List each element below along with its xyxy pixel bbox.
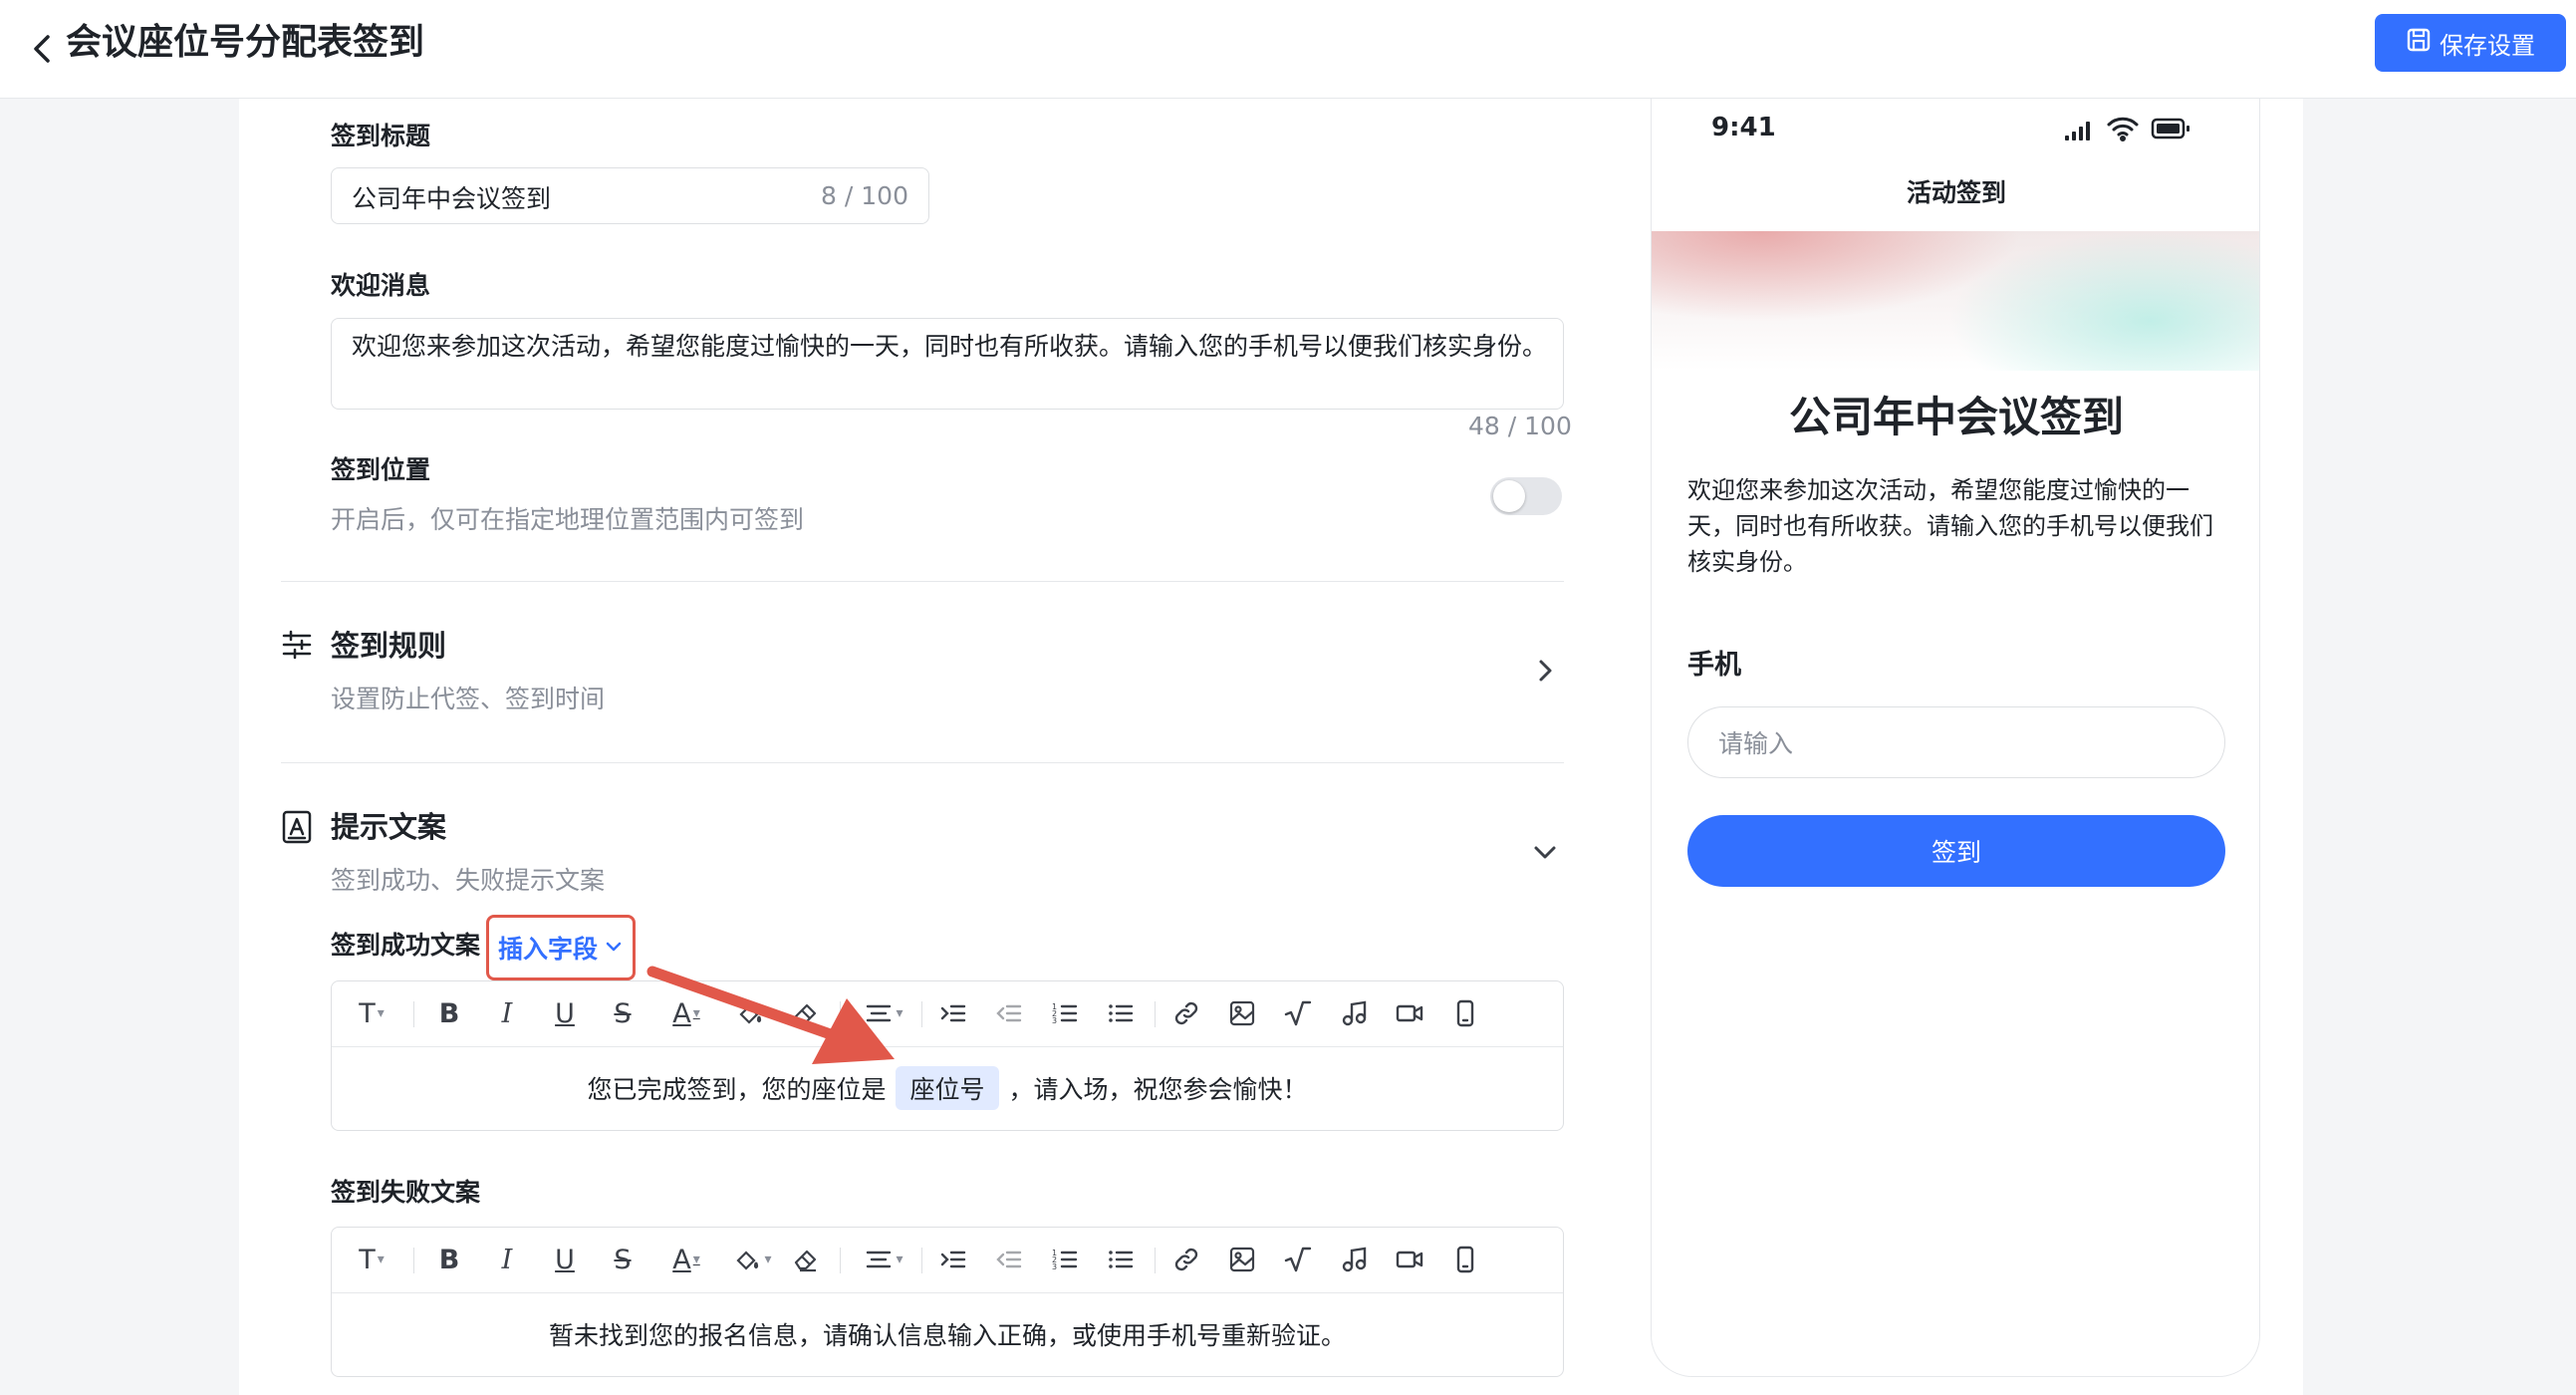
formula-icon[interactable] <box>1280 1242 1316 1277</box>
insert-field-label: 插入字段 <box>497 935 598 964</box>
success-text-after: ，请入场，祝您参会愉快！ <box>1008 1075 1308 1104</box>
underline-icon[interactable]: U <box>547 995 583 1031</box>
mobile-icon[interactable] <box>1447 1242 1483 1277</box>
divider <box>281 581 1564 582</box>
signin-title-label: 签到标题 <box>331 122 431 150</box>
clear-format-icon[interactable] <box>786 1242 826 1277</box>
link-icon[interactable] <box>1168 1242 1204 1277</box>
bold-icon[interactable]: B <box>431 1242 467 1277</box>
fail-text-label: 签到失败文案 <box>331 1178 481 1207</box>
chevron-down-icon[interactable] <box>1530 837 1560 867</box>
ordered-list-icon[interactable]: 123 <box>1047 995 1083 1031</box>
page-title: 会议座位号分配表签到 <box>66 22 425 63</box>
preview-phone-input[interactable]: 请输入 <box>1687 706 2225 778</box>
preview-title: 公司年中会议签到 <box>1788 393 2124 441</box>
signin-title-input[interactable]: 公司年中会议签到 8 / 100 <box>331 167 929 224</box>
status-time: 9:41 <box>1711 113 1776 142</box>
signin-title-counter: 8 / 100 <box>821 181 908 210</box>
text-style-icon[interactable]: T ▾ <box>348 995 395 1031</box>
image-icon[interactable] <box>1224 1242 1260 1277</box>
mobile-icon[interactable] <box>1447 995 1483 1031</box>
preview-message: 欢迎您来参加这次活动，希望您能度过愉快的一天，同时也有所收获。请输入您的手机号以… <box>1687 476 2213 576</box>
success-text-editor[interactable]: T ▾ B I U S A ▾ ▾ 123 您已完成签到，您的座位是 座位号 ，… <box>331 980 1564 1131</box>
text-style-icon[interactable]: T ▾ <box>348 1242 395 1277</box>
insert-field-button[interactable]: 插入字段 <box>486 915 636 980</box>
location-label: 签到位置 <box>331 455 431 484</box>
strikethrough-icon[interactable]: S <box>605 995 641 1031</box>
back-arrow-icon[interactable] <box>18 24 68 74</box>
location-description: 开启后，仅可在指定地理位置范围内可签到 <box>331 505 805 534</box>
video-icon[interactable] <box>1392 1242 1427 1277</box>
battery-icon <box>2151 117 2190 140</box>
bullet-list-icon[interactable] <box>1103 995 1139 1031</box>
signal-icon <box>2063 119 2093 142</box>
bold-icon[interactable]: B <box>431 995 467 1031</box>
indent-icon[interactable] <box>935 1242 971 1277</box>
success-text-label: 签到成功文案 <box>331 931 481 960</box>
welcome-label: 欢迎消息 <box>331 271 431 300</box>
editor-toolbar: T ▾ B I U S A ▾ ▾ ▾ 123 <box>332 1228 1563 1293</box>
preview-submit-button[interactable]: 签到 <box>1687 815 2225 887</box>
welcome-value: 欢迎您来参加这次活动，希望您能度过愉快的一天，同时也有所收获。请输入您的手机号以… <box>352 332 1548 361</box>
editor-toolbar: T ▾ B I U S A ▾ ▾ 123 <box>332 981 1563 1047</box>
save-icon <box>2406 27 2432 59</box>
rules-description: 设置防止代签、签到时间 <box>331 685 606 713</box>
preview-nav-title: 活动签到 <box>1906 178 2006 207</box>
seat-number-field-chip[interactable]: 座位号 <box>896 1066 999 1110</box>
rules-title: 签到规则 <box>331 629 447 663</box>
welcome-textarea[interactable]: 欢迎您来参加这次活动，希望您能度过愉快的一天，同时也有所收获。请输入您的手机号以… <box>331 318 1564 410</box>
svg-text:3: 3 <box>1052 1262 1057 1271</box>
outdent-icon[interactable] <box>991 1242 1027 1277</box>
link-icon[interactable] <box>1168 995 1204 1031</box>
audio-icon[interactable] <box>1336 995 1372 1031</box>
font-color-icon[interactable]: A ▾ <box>662 1242 710 1277</box>
image-icon[interactable] <box>1224 995 1260 1031</box>
fail-text-content[interactable]: 暂未找到您的报名信息，请确认信息输入正确，或使用手机号重新验证。 <box>332 1292 1563 1376</box>
preview-hero-banner <box>1652 231 2259 371</box>
indent-icon[interactable] <box>935 995 971 1031</box>
sliders-icon <box>281 629 313 661</box>
welcome-counter: 48 / 100 <box>1468 412 1572 440</box>
prompts-title: 提示文案 <box>331 810 447 844</box>
video-icon[interactable] <box>1392 995 1427 1031</box>
divider <box>281 762 1564 763</box>
annotation-arrow-icon <box>646 966 895 1064</box>
highlight-icon[interactable]: ▾ <box>726 1242 778 1277</box>
audio-icon[interactable] <box>1336 1242 1372 1277</box>
mobile-preview: 9:41 活动签到 公司年中会议签到 欢迎您来参加这次活动，希望您能度过愉快的一… <box>1651 99 2260 1377</box>
location-toggle[interactable] <box>1490 477 1562 515</box>
chevron-right-icon[interactable] <box>1530 656 1560 686</box>
italic-icon[interactable]: I <box>489 995 525 1031</box>
strikethrough-icon[interactable]: S <box>605 1242 641 1277</box>
chevron-down-icon <box>604 934 624 963</box>
svg-text:3: 3 <box>1052 1016 1057 1025</box>
document-text-icon <box>281 810 313 844</box>
prompts-description: 签到成功、失败提示文案 <box>331 866 606 895</box>
italic-icon[interactable]: I <box>489 1242 525 1277</box>
outdent-icon[interactable] <box>991 995 1027 1031</box>
align-icon[interactable]: ▾ <box>858 1242 909 1277</box>
signin-title-value: 公司年中会议签到 <box>352 184 552 213</box>
wifi-icon <box>2106 115 2140 142</box>
ordered-list-icon[interactable]: 123 <box>1047 1242 1083 1277</box>
save-settings-button[interactable]: 保存设置 <box>2375 14 2566 72</box>
formula-icon[interactable] <box>1280 995 1316 1031</box>
fail-text-editor[interactable]: T ▾ B I U S A ▾ ▾ ▾ 123 暂未找到您的报名信息，请确认信息… <box>331 1227 1564 1377</box>
preview-phone-label: 手机 <box>1687 650 1741 681</box>
bullet-list-icon[interactable] <box>1103 1242 1139 1277</box>
save-button-label: 保存设置 <box>2440 31 2535 60</box>
success-text-content[interactable]: 您已完成签到，您的座位是 座位号 ，请入场，祝您参会愉快！ <box>332 1046 1563 1130</box>
toggle-knob <box>1493 480 1525 512</box>
underline-icon[interactable]: U <box>547 1242 583 1277</box>
